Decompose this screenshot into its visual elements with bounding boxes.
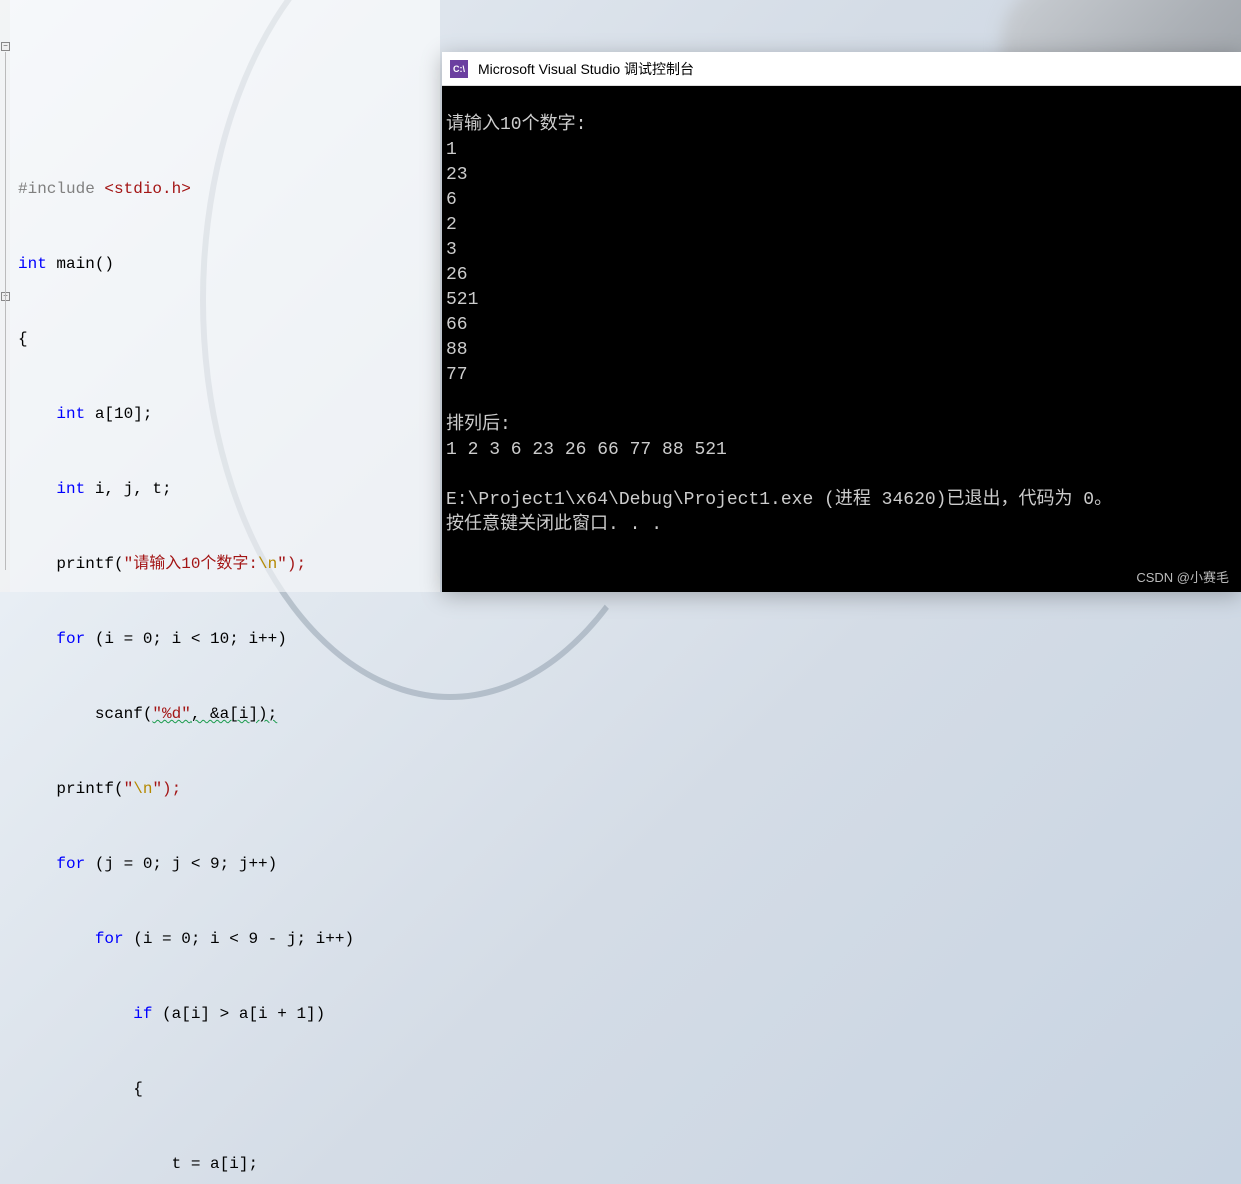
fold-icon[interactable]: − xyxy=(1,42,10,51)
console-line: 请输入10个数字: xyxy=(446,115,586,135)
console-line: 88 xyxy=(446,340,468,360)
console-line: 77 xyxy=(446,365,468,385)
code-text: a[10]; xyxy=(85,405,152,423)
code-text: t = a[i]; xyxy=(18,1155,258,1173)
code-line[interactable]: int a[10]; xyxy=(12,402,440,427)
code-line[interactable]: int i, j, t; xyxy=(12,477,440,502)
code-text: (i = 0; i < 9 - j; i++) xyxy=(124,930,354,948)
code-line[interactable]: printf("请输入10个数字:\n"); xyxy=(12,552,440,577)
string-token: " xyxy=(124,780,134,798)
string-token: "); xyxy=(277,555,306,573)
string-token: "请输入10个数字: xyxy=(124,555,258,573)
console-line: 按任意键关闭此窗口. . . xyxy=(446,515,662,535)
code-editor[interactable]: − − #include <stdio.h> int main() { int … xyxy=(0,0,440,592)
code-line[interactable]: int main() xyxy=(12,252,440,277)
keyword-token: if xyxy=(133,1005,152,1023)
console-title: Microsoft Visual Studio 调试控制台 xyxy=(478,59,694,79)
escape-token: \n xyxy=(258,555,277,573)
code-text: i, j, t; xyxy=(85,480,171,498)
debug-console-window: C:\ Microsoft Visual Studio 调试控制台 请输入10个… xyxy=(442,52,1241,592)
brace-token: { xyxy=(18,330,28,348)
escape-token: \n xyxy=(133,780,152,798)
code-line[interactable]: for (i = 0; i < 10; i++) xyxy=(12,627,440,652)
code-text: main() xyxy=(47,255,114,273)
string-token: "); xyxy=(152,780,181,798)
code-text: , &a[i]); xyxy=(191,705,277,723)
console-line: 2 xyxy=(446,215,457,235)
preproc-token: #include xyxy=(18,180,104,198)
code-line[interactable]: for (i = 0; i < 9 - j; i++) xyxy=(12,927,440,952)
console-line: 26 xyxy=(446,265,468,285)
keyword-token: for xyxy=(56,630,85,648)
code-line[interactable]: if (a[i] > a[i + 1]) xyxy=(12,1002,440,1027)
code-text: printf( xyxy=(18,780,124,798)
keyword-token: int xyxy=(18,255,47,273)
console-line: 23 xyxy=(446,165,468,185)
console-output[interactable]: 请输入10个数字: 1 23 6 2 3 26 521 66 88 77 排列后… xyxy=(442,86,1241,565)
keyword-token: int xyxy=(56,405,85,423)
code-text: (a[i] > a[i + 1]) xyxy=(152,1005,325,1023)
console-line: 3 xyxy=(446,240,457,260)
keyword-token: for xyxy=(95,930,124,948)
console-line: 排列后: xyxy=(446,415,511,435)
code-line[interactable]: printf("\n"); xyxy=(12,777,440,802)
code-text: (i = 0; i < 10; i++) xyxy=(85,630,287,648)
console-app-icon: C:\ xyxy=(450,60,468,78)
console-line: 1 2 3 6 23 26 66 77 88 521 xyxy=(446,440,727,460)
code-line[interactable]: { xyxy=(12,327,440,352)
console-line: 66 xyxy=(446,315,468,335)
brace-token: { xyxy=(18,1080,143,1098)
console-line: 521 xyxy=(446,290,478,310)
code-text: scanf( xyxy=(18,705,152,723)
keyword-token: int xyxy=(56,480,85,498)
console-line: E:\Project1\x64\Debug\Project1.exe (进程 3… xyxy=(446,490,1112,510)
code-text xyxy=(18,930,95,948)
console-line: 1 xyxy=(446,140,457,160)
code-line[interactable]: t = a[i]; xyxy=(12,1152,440,1177)
code-text: printf( xyxy=(18,555,124,573)
code-line[interactable]: for (j = 0; j < 9; j++) xyxy=(12,852,440,877)
console-titlebar[interactable]: C:\ Microsoft Visual Studio 调试控制台 xyxy=(442,52,1241,86)
watermark-text: CSDN @小赛毛 xyxy=(1136,567,1229,586)
fold-guide xyxy=(5,52,6,570)
code-line[interactable]: { xyxy=(12,1077,440,1102)
string-token: "%d" xyxy=(152,705,190,723)
code-text xyxy=(18,1005,133,1023)
keyword-token: for xyxy=(56,855,85,873)
console-line: 6 xyxy=(446,190,457,210)
code-line[interactable]: #include <stdio.h> xyxy=(12,177,440,202)
include-file-token: <stdio.h> xyxy=(104,180,190,198)
code-text: (j = 0; j < 9; j++) xyxy=(85,855,277,873)
code-line[interactable]: scanf("%d", &a[i]); xyxy=(12,702,440,727)
